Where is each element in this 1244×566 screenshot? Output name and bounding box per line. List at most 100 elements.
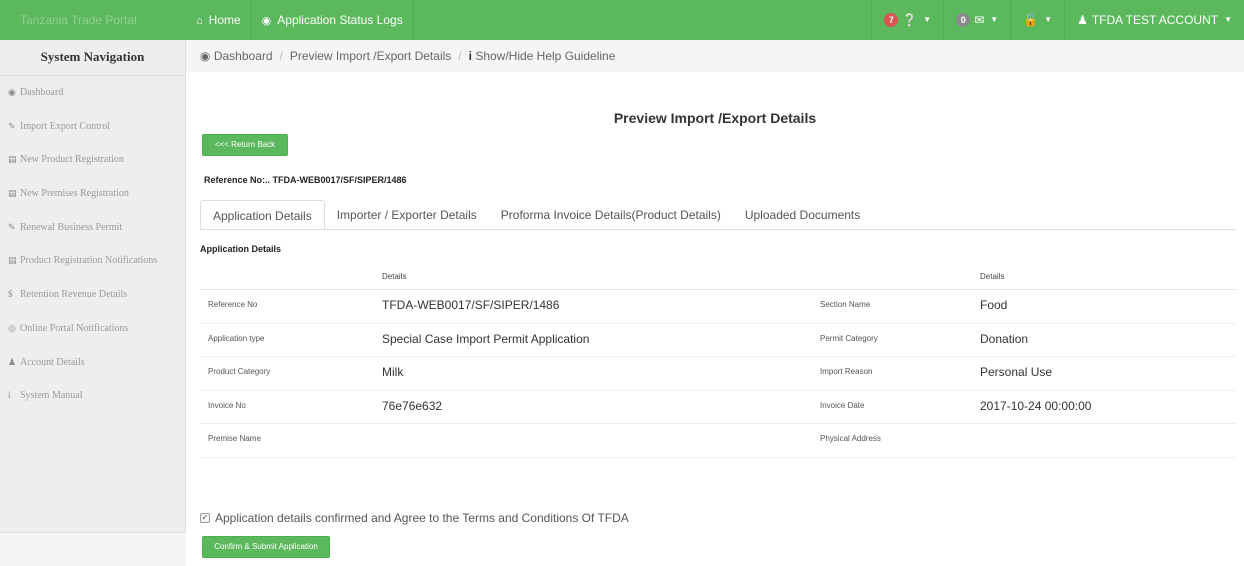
field-value: Milk: [382, 365, 404, 379]
messages-dropdown[interactable]: 0 ✉ ▼: [943, 0, 1010, 40]
dollar-icon: $: [8, 289, 13, 300]
nav-status-logs[interactable]: ◉ Application Status Logs: [252, 0, 414, 40]
sidebar-list: ◉ Dashboard ✎ Import Export Control ▤ New P…: [0, 76, 185, 413]
details-table: Details Details Reference No TFDA-WEB001…: [200, 264, 1236, 458]
folder-icon: ▤: [8, 255, 17, 266]
sidebar-item-account-details[interactable]: ♟ Account Details: [0, 346, 185, 380]
main-content: ◉ Dashboard / Preview Import /Export Detai…: [186, 40, 1244, 566]
caret-down-icon: ▼: [1044, 15, 1053, 24]
sidebar-item-renewal-business-permit[interactable]: ✎ Renewal Business Permit: [0, 211, 185, 245]
field-label: Invoice Date: [820, 400, 865, 410]
terms-checkbox[interactable]: ✓: [200, 513, 210, 523]
terms-confirmation: ✓ Application details confirmed and Agre…: [200, 511, 629, 525]
user-icon: ♟: [1077, 13, 1088, 27]
breadcrumb-separator: /: [279, 49, 283, 63]
caret-down-icon: ▼: [1224, 15, 1232, 24]
field-value: 2017-10-24 00:00:00: [980, 398, 1092, 413]
tab-proforma-invoice-details[interactable]: Proforma Invoice Details(Product Details…: [489, 200, 733, 230]
sidebar-item-label: Retention Revenue Details: [20, 289, 128, 301]
sidebar-item-label: New Premises Registration: [20, 188, 129, 200]
field-label: Section Name: [820, 300, 871, 309]
pencil-icon: ✎: [8, 221, 16, 232]
help-guideline-toggle[interactable]: i Show/Hide Help Guideline: [469, 49, 616, 63]
info-icon: i: [8, 390, 11, 401]
nav-home[interactable]: ⌂ Home: [186, 0, 252, 40]
page-title: Preview Import /Export Details: [613, 110, 817, 126]
breadcrumb-current: Preview Import /Export Details: [289, 49, 452, 63]
reference-number: Reference No:.. TFDA-WEB0017/SF/SIPER/14…: [204, 175, 407, 185]
tabs-divider: [200, 229, 1236, 230]
sidebar-item-online-portal-notifications[interactable]: ◎ Online Portal Notifications: [0, 312, 185, 346]
breadcrumb: ◉ Dashboard / Preview Import /Export Detai…: [186, 40, 1244, 72]
table-row: Product Category Milk Import Reason Pers…: [200, 357, 1236, 391]
globe-icon: ◎: [8, 322, 16, 333]
field-value: 76e76e632: [382, 398, 443, 413]
user-icon: ♟: [8, 356, 17, 367]
sidebar-item-import-export-control[interactable]: ✎ Import Export Control: [0, 110, 185, 144]
field-value: Food: [980, 298, 1008, 312]
field-value: Personal Use: [980, 365, 1053, 379]
sidebar: System Navigation ◉ Dashboard ✎ Import Exp…: [0, 40, 186, 566]
folder-icon: ▤: [8, 188, 17, 199]
nav-right: 7 ❔ ▼ 0 ✉ ▼ 🔓 ▼ ♟ TFDA TEST ACCOUNT ▼: [871, 0, 1244, 40]
sidebar-item-new-premises-registration[interactable]: ▤ New Premises Registration: [0, 177, 185, 211]
sidebar-item-dashboard[interactable]: ◉ Dashboard: [0, 76, 185, 110]
terms-label: Application details confirmed and Agree …: [215, 511, 629, 525]
caret-down-icon: ▼: [990, 15, 999, 24]
field-label: Product Category: [208, 367, 271, 376]
pencil-icon: ✎: [8, 120, 16, 131]
tab-application-details[interactable]: Application Details: [200, 200, 325, 230]
dashboard-icon: ◉: [8, 87, 16, 97]
field-label: Permit Category: [820, 333, 878, 343]
sidebar-item-label: Renewal Business Permit: [20, 221, 123, 233]
unlock-icon: 🔓: [1023, 13, 1039, 27]
sidebar-item-label: Dashboard: [20, 87, 64, 98]
sidebar-item-retention-revenue-details[interactable]: $ Retention Revenue Details: [0, 278, 185, 312]
nav-left: ⌂ Home ◉ Application Status Logs: [186, 0, 414, 40]
caret-down-icon: ▼: [923, 15, 932, 24]
alerts-dropdown[interactable]: 7 ❔ ▼: [871, 0, 943, 40]
table-row: Invoice No 76e76e632 Invoice Date 2017-1…: [200, 391, 1236, 424]
sidebar-footer: [0, 532, 186, 566]
sidebar-item-system-manual[interactable]: i System Manual: [0, 379, 185, 413]
breadcrumb-dashboard[interactable]: ◉ Dashboard: [200, 49, 273, 63]
home-icon: ⌂: [196, 15, 203, 27]
field-label: Application type: [208, 333, 265, 343]
brand-logo[interactable]: Tanzania Trade Portal: [0, 0, 186, 40]
details-header: Details Details: [200, 264, 1236, 290]
details-header-left: Details: [382, 272, 407, 281]
confirm-submit-button[interactable]: Confirm & Submit Application: [202, 536, 330, 558]
section-heading: Application Details: [200, 244, 282, 254]
sidebar-item-product-registration-notifications[interactable]: ▤ Product Registration Notifications: [0, 244, 185, 278]
tab-uploaded-documents[interactable]: Uploaded Documents: [733, 200, 872, 230]
detail-tabs: Application Details Importer / Exporter …: [200, 200, 872, 230]
field-label: Reference No: [208, 300, 258, 309]
account-name: TFDA TEST ACCOUNT: [1091, 13, 1219, 27]
sidebar-item-label: Import Export Control: [20, 120, 110, 132]
help-guideline-label: Show/Hide Help Guideline: [475, 49, 616, 63]
breadcrumb-dashboard-label: Dashboard: [213, 49, 273, 63]
table-row: Application type Special Case Import Per…: [200, 324, 1236, 357]
breadcrumb-separator: /: [458, 49, 462, 63]
return-back-button[interactable]: <<< Return Back: [202, 134, 288, 156]
lock-dropdown[interactable]: 🔓 ▼: [1010, 0, 1064, 40]
account-dropdown[interactable]: ♟ TFDA TEST ACCOUNT ▼: [1064, 0, 1244, 40]
field-value: TFDA-WEB0017/SF/SIPER/1486: [382, 298, 560, 312]
messages-count-badge: 0: [956, 13, 971, 27]
sidebar-item-new-product-registration[interactable]: ▤ New Product Registration: [0, 143, 185, 177]
sidebar-item-label: Product Registration Notifications: [20, 255, 158, 267]
question-icon: ❔: [902, 13, 918, 27]
envelope-icon: ✉: [974, 13, 985, 27]
info-icon: i: [468, 49, 472, 63]
field-label: Invoice No: [208, 400, 246, 410]
field-label: Import Reason: [820, 367, 873, 376]
details-header-right: Details: [980, 272, 1005, 281]
field-value: Donation: [980, 331, 1029, 346]
sidebar-item-label: Account Details: [20, 356, 85, 368]
comments-icon: ◉: [261, 15, 272, 27]
sidebar-item-label: Online Portal Notifications: [20, 322, 129, 334]
top-navbar: Tanzania Trade Portal ⌂ Home ◉ Application…: [0, 0, 1244, 40]
sidebar-item-label: New Product Registration: [20, 154, 124, 166]
field-label: Physical Address: [820, 434, 881, 443]
tab-importer-exporter-details[interactable]: Importer / Exporter Details: [325, 200, 489, 230]
